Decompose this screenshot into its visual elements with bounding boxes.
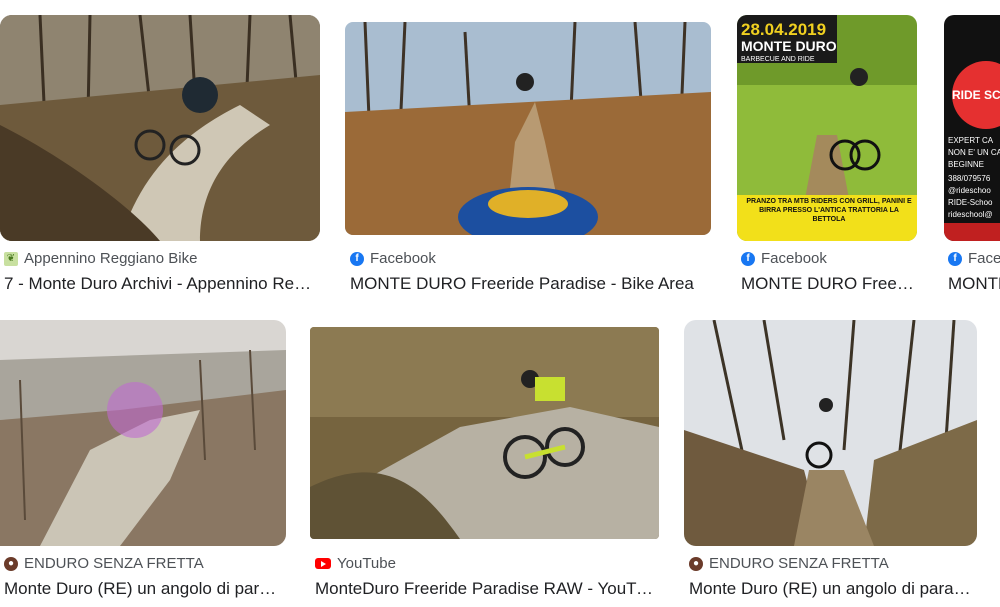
leaf-favicon-icon: ❦ bbox=[4, 251, 18, 266]
result-source: f Facebook bbox=[948, 250, 1000, 267]
source-label: Facebook bbox=[370, 250, 436, 267]
poster-line: rideschool@ bbox=[948, 210, 993, 219]
poster-line: BEGINNE bbox=[948, 160, 984, 169]
source-label: YouTube bbox=[337, 555, 396, 572]
youtube-icon bbox=[315, 558, 331, 569]
result-source: ● ENDURO SENZA FRETTA bbox=[689, 555, 889, 572]
source-label: ENDURO SENZA FRETTA bbox=[24, 555, 204, 572]
poster-subhead: BARBECUE AND RIDE bbox=[741, 56, 815, 63]
result-title[interactable]: MONTE DURO bbox=[948, 274, 1000, 294]
result-thumbnail[interactable] bbox=[0, 320, 286, 546]
result-thumbnail[interactable] bbox=[0, 15, 320, 241]
poster-line: RIDE-Schoo bbox=[948, 198, 993, 207]
source-label: Facebook bbox=[761, 250, 827, 267]
result-title[interactable]: Monte Duro (RE) un angolo di paradiso bbox=[4, 579, 282, 599]
result-card-1[interactable]: ❦ Appennino Reggiano Bike 7 - Monte Duro… bbox=[0, 0, 322, 300]
result-thumbnail[interactable]: 28.04.2019 MONTE DURO BARBECUE AND RIDE … bbox=[737, 15, 917, 241]
poster-footer: PRANZO TRA MTB RIDERS CON GRILL, PANINI … bbox=[746, 198, 912, 223]
result-card-6[interactable]: YouTube MonteDuro Freeride Paradise RAW … bbox=[310, 310, 662, 607]
source-label: Appennino Reggiano Bike bbox=[24, 250, 198, 267]
result-card-2[interactable]: f Facebook MONTE DURO Freeride Paradise … bbox=[345, 0, 713, 300]
result-thumbnail[interactable] bbox=[684, 320, 977, 546]
result-title[interactable]: 7 - Monte Duro Archivi - Appennino Reggi… bbox=[4, 274, 316, 294]
poster-brand: RIDE SCHOOL bbox=[952, 88, 1000, 102]
facebook-icon: f bbox=[948, 251, 962, 266]
poster-line: NON E' UN CA bbox=[948, 148, 1000, 157]
result-title[interactable]: MONTE DURO Freeride Paradise - Bike Area bbox=[350, 274, 710, 294]
result-thumbnail[interactable] bbox=[310, 327, 659, 539]
result-thumbnail[interactable]: RIDE SCHOOL EXPERT CA NON E' UN CA BEGIN… bbox=[944, 15, 1000, 241]
result-source: f Facebook bbox=[350, 250, 436, 267]
source-label: Facebook bbox=[968, 250, 1000, 267]
result-title[interactable]: Monte Duro (RE) un angolo di paradiso bbox=[689, 579, 971, 599]
poster-line: 388/079576 bbox=[948, 174, 991, 183]
result-card-7[interactable]: ● ENDURO SENZA FRETTA Monte Duro (RE) un… bbox=[684, 310, 980, 607]
poster-date: 28.04.2019 bbox=[741, 20, 826, 39]
facebook-icon: f bbox=[741, 251, 755, 266]
result-source: ❦ Appennino Reggiano Bike bbox=[4, 250, 197, 267]
source-label: ENDURO SENZA FRETTA bbox=[709, 555, 889, 572]
result-source: YouTube bbox=[315, 555, 396, 572]
enduro-favicon-icon: ● bbox=[689, 556, 703, 571]
result-card-3[interactable]: 28.04.2019 MONTE DURO BARBECUE AND RIDE … bbox=[737, 0, 921, 300]
result-title[interactable]: MonteDuro Freeride Paradise RAW - YouTub… bbox=[315, 579, 655, 599]
result-card-4[interactable]: RIDE SCHOOL EXPERT CA NON E' UN CA BEGIN… bbox=[944, 0, 1000, 300]
poster-line: EXPERT CA bbox=[948, 136, 994, 145]
result-source: f Facebook bbox=[741, 250, 827, 267]
facebook-icon: f bbox=[350, 251, 364, 266]
enduro-favicon-icon: ● bbox=[4, 556, 18, 571]
result-title[interactable]: MONTE DURO Freeride Paradise bbox=[741, 274, 915, 294]
poster-line: @rideschoo bbox=[948, 186, 991, 195]
result-card-5[interactable]: ● ENDURO SENZA FRETTA Monte Duro (RE) un… bbox=[0, 310, 288, 607]
result-thumbnail[interactable] bbox=[345, 22, 711, 235]
poster-headline: MONTE DURO bbox=[741, 38, 837, 54]
result-source: ● ENDURO SENZA FRETTA bbox=[4, 555, 204, 572]
